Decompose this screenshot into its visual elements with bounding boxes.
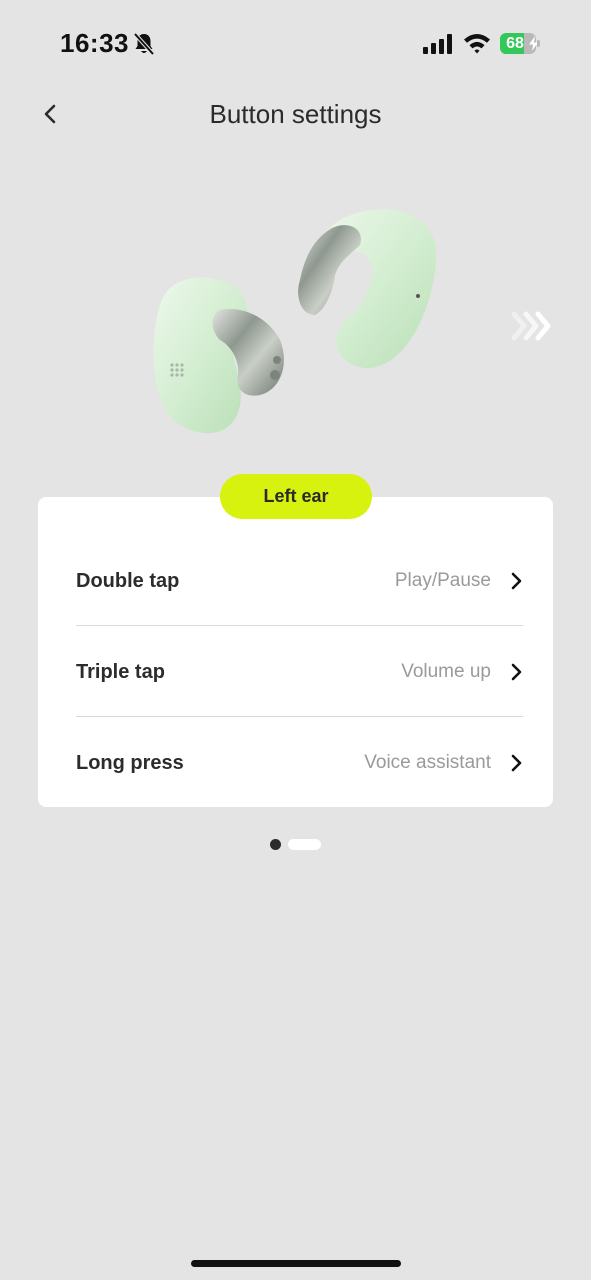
divider [76,625,523,626]
wifi-icon [464,34,490,54]
setting-label: Long press [76,751,184,774]
page-dot-inactive[interactable] [288,839,321,850]
setting-value: Volume up [401,661,491,682]
battery-indicator: 68 [500,33,540,54]
chevron-right-icon [509,753,523,773]
status-bar: 16:33 68 [0,0,591,88]
chevron-left-icon [44,104,56,124]
setting-label: Double tap [76,569,180,592]
page-title: Button settings [209,99,382,129]
divider [76,716,523,717]
status-time: 16:33 [60,28,129,58]
setting-value: Play/Pause [394,570,491,591]
left-ear-badge: Left ear [220,474,372,519]
setting-row-long-press[interactable]: Long press Voice assistant [76,718,523,808]
chevron-right-icon [509,571,523,591]
button-settings-card: Double tap Play/Pause Triple tap Volume … [38,497,553,807]
setting-value: Voice assistant [364,752,491,773]
home-indicator[interactable] [191,1260,401,1267]
earbuds-image [153,209,437,434]
double-chevron-right-icon[interactable] [508,308,558,344]
setting-row-double-tap[interactable]: Double tap Play/Pause [76,536,523,626]
page-indicator [270,839,322,851]
screen: 16:33 68 Button settings Left ear Double… [0,0,591,1280]
page-dot-active[interactable] [270,839,281,850]
back-button[interactable] [30,96,70,132]
chevron-right-icon [509,662,523,682]
setting-label: Triple tap [76,660,165,683]
battery-percent: 68 [506,35,524,52]
bell-slash-icon [133,32,155,56]
cellular-signal-icon [423,34,452,54]
battery-cap [537,40,540,47]
setting-row-triple-tap[interactable]: Triple tap Volume up [76,627,523,717]
